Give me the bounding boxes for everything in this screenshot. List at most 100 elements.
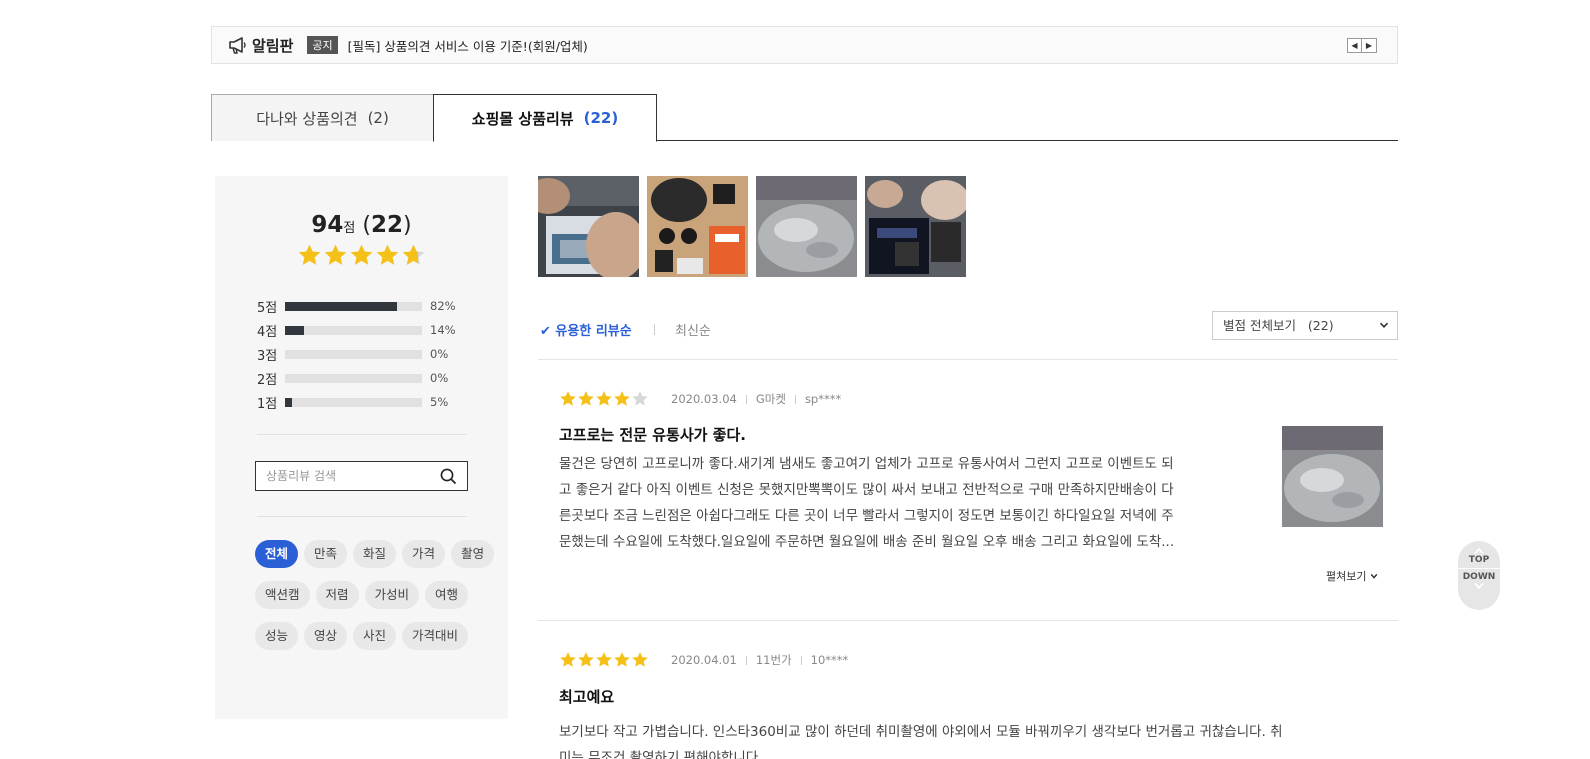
divider xyxy=(800,655,802,665)
review-line: 문했는데 수요일에 도착했다.일요일에 주문하면 월요일에 배송 준비 월요일 … xyxy=(559,534,1175,550)
star-icon xyxy=(402,244,425,265)
sort-latest[interactable]: 최신순 xyxy=(675,320,711,339)
keyword-chip[interactable]: 전체 xyxy=(255,540,299,568)
review-date: 2020.03.04 xyxy=(671,392,737,406)
star-icon xyxy=(596,652,612,667)
review-line: 고 좋은거 같다 아직 이벤트 신청은 못했지만뽁뽁이도 많이 싸서 보내고 전… xyxy=(559,482,1174,498)
rating-row-percent: 5% xyxy=(430,395,449,409)
average-score: 94점 (22) xyxy=(215,212,508,238)
star-icon xyxy=(376,244,399,265)
keyword-chip[interactable]: 만족 xyxy=(304,540,348,568)
tab-mall-reviews[interactable]: 쇼핑몰 상품리뷰 (22) xyxy=(433,94,657,142)
sort-helpful[interactable]: ✔ 유용한 리뷰순 xyxy=(540,320,632,339)
keyword-chip[interactable]: 액션캠 xyxy=(255,581,310,609)
review-line: 보기보다 작고 가볍습니다. 인스타360비교 많이 하던데 취미촬영에 야외에… xyxy=(559,724,1283,740)
review-body: 물건은 당연히 고프로니까 좋다.새기계 냄새도 좋고여기 업체가 고프로 유통… xyxy=(559,451,1269,555)
star-icon xyxy=(578,391,594,406)
divider xyxy=(654,324,655,335)
divider xyxy=(745,394,747,404)
chevron-down-icon xyxy=(1379,322,1389,328)
rating-row-percent: 82% xyxy=(430,299,456,313)
keyword-chip[interactable]: 저렴 xyxy=(315,581,359,609)
star-icon xyxy=(632,391,648,406)
chevron-up-icon[interactable] xyxy=(1474,547,1484,555)
keyword-chip[interactable]: 가성비 xyxy=(364,581,420,609)
search-icon[interactable] xyxy=(440,468,457,485)
scroll-buttons: TOP DOWN xyxy=(1458,541,1500,610)
keyword-chip[interactable]: 가격 xyxy=(402,540,446,568)
rating-row-label: 3점 xyxy=(257,348,278,364)
average-stars xyxy=(297,243,426,268)
score-value: 94 xyxy=(311,212,344,238)
star-icon xyxy=(614,391,630,406)
star-icon xyxy=(632,652,648,667)
star-icon xyxy=(298,244,321,265)
review-photo[interactable] xyxy=(756,176,857,277)
tab-danawa-opinions[interactable]: 다나와 상품의견 (2) xyxy=(211,94,434,141)
rating-row-percent: 0% xyxy=(430,371,449,385)
count-open: ( xyxy=(355,213,371,238)
scroll-top-button[interactable]: TOP xyxy=(1469,555,1489,565)
review-photo[interactable] xyxy=(865,176,966,277)
review-count: 22 xyxy=(370,212,403,238)
rating-bar xyxy=(285,397,422,407)
rating-distribution: 5점 82% 4점 14% 3점 0% 2점 0% 1점 5% xyxy=(257,294,456,414)
review-line: 른곳보다 조금 느린점은 아쉽다그래도 다른 곳이 너무 빨라서 그렇지이 정도… xyxy=(559,508,1174,524)
notice-title: 알림판 xyxy=(252,36,294,55)
star-icon xyxy=(596,391,612,406)
review-photo[interactable] xyxy=(647,176,748,277)
rating-bar xyxy=(285,325,422,335)
review-body: 보기보다 작고 가볍습니다. 인스타360비교 많이 하던데 취미촬영에 야외에… xyxy=(559,719,1389,759)
divider xyxy=(745,655,747,665)
rating-filter-select[interactable]: 별점 전체보기 (22) xyxy=(1212,311,1398,340)
review-photo[interactable] xyxy=(538,176,639,277)
keyword-chip[interactable]: 촬영 xyxy=(451,540,495,568)
star-icon xyxy=(614,652,630,667)
rating-bar xyxy=(285,349,422,359)
review-thumbnail[interactable] xyxy=(1282,426,1383,527)
rating-row-label: 1점 xyxy=(257,396,278,412)
review-date: 2020.04.01 xyxy=(671,653,737,667)
rating-row-label: 4점 xyxy=(257,324,278,340)
expand-button[interactable]: 펼쳐보기 xyxy=(1326,568,1378,584)
megaphone-icon xyxy=(229,37,246,54)
keyword-chip[interactable]: 가격대비 xyxy=(402,622,469,650)
score-unit: 점 xyxy=(343,221,356,236)
scroll-down-button[interactable]: DOWN xyxy=(1463,572,1496,582)
rating-filter-label: 별점 전체보기 xyxy=(1223,318,1296,333)
review-stars xyxy=(559,390,649,408)
notice-next-button[interactable]: ▶ xyxy=(1362,38,1377,53)
keyword-chip[interactable]: 사진 xyxy=(353,622,397,650)
review-user: sp**** xyxy=(804,392,842,406)
review-item: 2020.04.01 11번가 10**** 최고예요 보기보다 작고 가볍습니… xyxy=(538,651,1398,759)
review-line: 미는 무조건 촬영하기 편해야합니다 xyxy=(559,750,759,759)
review-mall: 11번가 xyxy=(755,653,792,667)
star-icon xyxy=(560,652,576,667)
keyword-chip[interactable]: 영상 xyxy=(304,622,348,650)
rating-bar-fill xyxy=(285,397,292,407)
notice-prev-button[interactable]: ◀ xyxy=(1347,38,1362,53)
review-user: 10**** xyxy=(810,653,849,667)
rating-bar-fill xyxy=(285,325,305,335)
review-search-box xyxy=(255,461,468,491)
notice-badge: 공지 xyxy=(307,36,338,54)
notice-link[interactable]: [필독] 상품의견 서비스 이용 기준!(회원/업체) xyxy=(348,36,588,55)
rating-row: 5점 82% xyxy=(257,294,456,318)
review-title: 최고예요 xyxy=(559,688,615,706)
tab-label: 다나와 상품의견 xyxy=(256,109,358,128)
rating-row: 4점 14% xyxy=(257,318,456,342)
rating-row-percent: 0% xyxy=(430,347,449,361)
rating-bar-fill xyxy=(285,301,398,311)
chevron-down-icon xyxy=(1370,573,1378,579)
notice-pager: ◀ ▶ xyxy=(1347,38,1377,53)
star-icon xyxy=(560,391,576,406)
review-meta: 2020.03.04 G마켓 sp**** xyxy=(559,390,1398,408)
divider xyxy=(257,434,467,435)
review-search-input[interactable] xyxy=(256,462,426,490)
keyword-chip[interactable]: 화질 xyxy=(353,540,397,568)
star-icon xyxy=(578,652,594,667)
chevron-down-icon[interactable] xyxy=(1474,582,1484,590)
keyword-chip[interactable]: 성능 xyxy=(255,622,299,650)
keyword-filters: 전체 만족 화질 가격 촬영액션캠 저렴 가성비 여행성능 영상 사진 가격대비 xyxy=(255,540,495,650)
keyword-chip[interactable]: 여행 xyxy=(425,581,469,609)
